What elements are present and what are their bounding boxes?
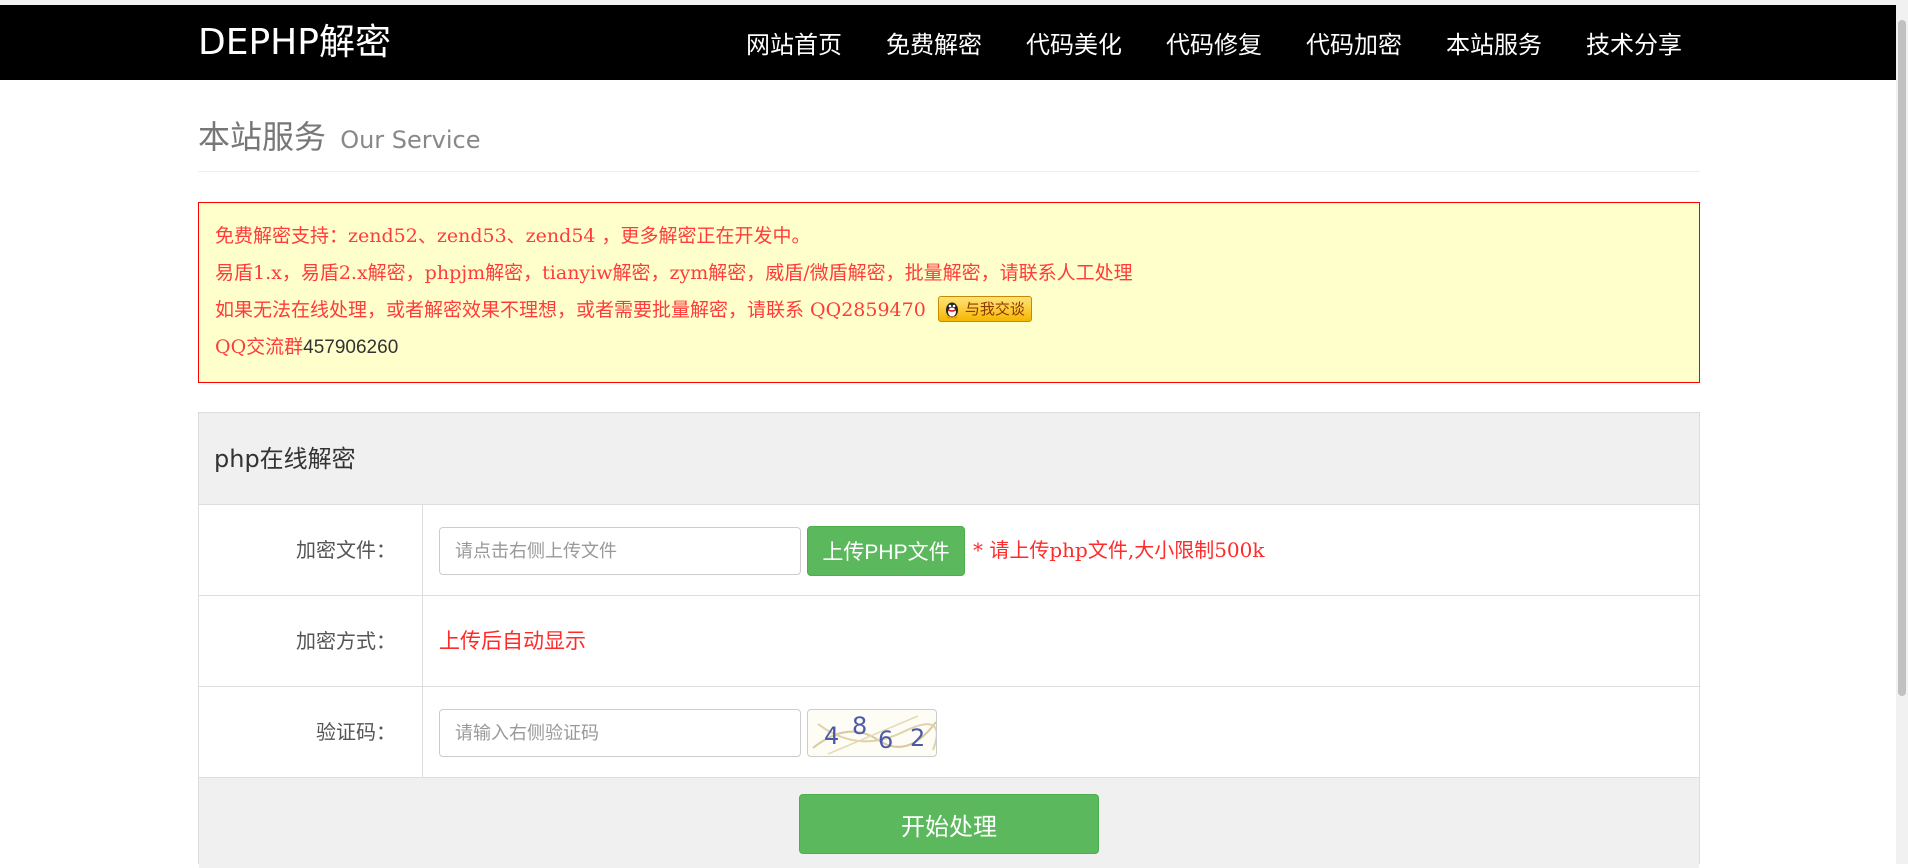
- panel-title: php在线解密: [199, 413, 1699, 505]
- notice-line-4: QQ交流群457906260: [215, 333, 1683, 370]
- nav-item-tech-share[interactable]: 技术分享: [1586, 25, 1682, 60]
- page-title: 本站服务 Our Service: [198, 112, 480, 158]
- decrypt-panel: php在线解密 加密文件： 上传PHP文件 * 请上传php文件,大小限制500…: [198, 412, 1700, 868]
- captcha-label: 验证码：: [199, 687, 423, 777]
- file-input[interactable]: [439, 527, 801, 575]
- nav-item-home[interactable]: 网站首页: [746, 25, 842, 60]
- method-label: 加密方式：: [199, 596, 423, 686]
- scrollbar-thumb[interactable]: [1898, 20, 1906, 696]
- captcha-input[interactable]: [439, 709, 801, 757]
- title-divider: [198, 171, 1700, 172]
- qq-chat-button[interactable]: 与我交谈: [937, 296, 1032, 322]
- notice-line-3-text: 如果无法在线处理，或者解密效果不理想，或者需要批量解密，请联系 QQ285947…: [215, 299, 926, 321]
- qq-group-label: QQ交流群: [215, 336, 304, 358]
- captcha-image[interactable]: 4 8 6 2: [807, 709, 937, 757]
- qq-chat-label: 与我交谈: [964, 300, 1025, 318]
- file-label: 加密文件：: [199, 505, 423, 595]
- file-row: 加密文件： 上传PHP文件 * 请上传php文件,大小限制500k: [199, 505, 1699, 596]
- method-value: 上传后自动显示: [439, 629, 586, 653]
- captcha-digit: 2: [910, 724, 925, 752]
- nav-menu: 网站首页 免费解密 代码美化 代码修复 代码加密 本站服务 技术分享: [746, 5, 1682, 80]
- upload-hint: * 请上传php文件,大小限制500k: [973, 538, 1265, 562]
- qq-group-number: 457906260: [303, 337, 399, 358]
- page-scrollbar[interactable]: [1896, 0, 1908, 864]
- submit-area: 开始处理: [199, 778, 1699, 868]
- notice-box: 免费解密支持：zend52、zend53、zend54 ，更多解密正在开发中。 …: [198, 202, 1700, 383]
- captcha-digit: 8: [852, 712, 867, 740]
- upload-php-button[interactable]: 上传PHP文件: [807, 526, 965, 576]
- captcha-graphic: 4 8 6 2: [812, 712, 936, 755]
- captcha-row: 验证码： 4 8 6 2: [199, 687, 1699, 778]
- navbar: DEPHP解密 网站首页 免费解密 代码美化 代码修复 代码加密 本站服务 技术…: [0, 5, 1896, 80]
- nav-item-code-beautify[interactable]: 代码美化: [1026, 25, 1122, 60]
- nav-item-service[interactable]: 本站服务: [1446, 25, 1542, 60]
- qq-penguin-icon: [945, 302, 958, 319]
- brand-logo[interactable]: DEPHP解密: [198, 5, 391, 80]
- notice-line-2: 易盾1.x，易盾2.x解密，phpjm解密，tianyiw解密，zym解密，威盾…: [215, 262, 1133, 284]
- nav-item-free-decrypt[interactable]: 免费解密: [886, 25, 982, 60]
- notice-line-3: 如果无法在线处理，或者解密效果不理想，或者需要批量解密，请联系 QQ285947…: [215, 296, 1683, 333]
- method-row: 加密方式： 上传后自动显示: [199, 596, 1699, 687]
- start-process-button[interactable]: 开始处理: [799, 794, 1099, 854]
- page-subtitle: Our Service: [340, 126, 481, 154]
- nav-item-code-encrypt[interactable]: 代码加密: [1306, 25, 1402, 60]
- notice-line-1: 免费解密支持：zend52、zend53、zend54 ，更多解密正在开发中。: [215, 225, 811, 247]
- captcha-digit: 6: [878, 726, 893, 754]
- captcha-digit: 4: [824, 722, 839, 750]
- nav-item-code-repair[interactable]: 代码修复: [1166, 25, 1262, 60]
- page-title-text: 本站服务: [198, 118, 327, 156]
